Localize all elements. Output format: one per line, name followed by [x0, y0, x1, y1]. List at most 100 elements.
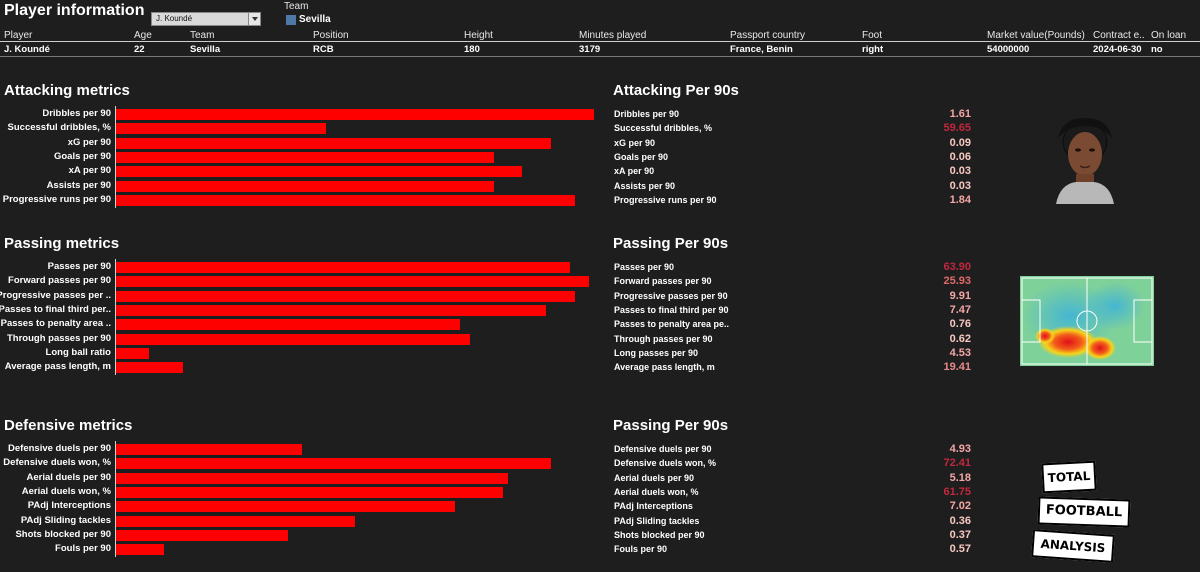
column-header[interactable]: On loan	[1151, 30, 1199, 41]
per90-label: xG per 90	[614, 137, 656, 148]
metric-label: Average pass length, m	[4, 361, 111, 373]
metric-bar[interactable]	[116, 515, 355, 527]
metric-bar[interactable]	[116, 137, 551, 149]
per90-label: Through passes per 90	[614, 333, 713, 344]
player-select-value: J. Koundé	[156, 14, 193, 23]
column-header[interactable]: Player	[4, 30, 104, 41]
per90-section-title: Passing Per 90s	[613, 417, 729, 434]
metric-bar[interactable]	[116, 151, 494, 163]
metric-bar[interactable]	[116, 180, 494, 192]
metric-bar[interactable]	[116, 166, 522, 178]
metric-label: Defensive duels per 90	[8, 443, 111, 454]
metric-bar[interactable]	[116, 109, 594, 120]
per90-label: Long passes per 90	[614, 347, 699, 358]
team-legend-swatch[interactable]	[286, 15, 296, 25]
per90-value: 1.61	[949, 108, 971, 120]
metric-bar[interactable]	[116, 362, 183, 374]
metric-bar[interactable]	[116, 276, 589, 288]
metric-bar[interactable]	[116, 304, 546, 316]
per90-label: Successful dribbles, %	[614, 123, 713, 134]
per90-value: 4.53	[949, 346, 971, 359]
player-photo	[1050, 112, 1120, 204]
per90-label: Passes to final third per 90	[614, 304, 729, 315]
metric-bar[interactable]	[116, 472, 508, 484]
metric-bar[interactable]	[116, 486, 503, 498]
table-cell: 180	[464, 44, 480, 55]
per90-value: 0.62	[949, 332, 971, 345]
metric-bar[interactable]	[116, 501, 455, 513]
table-cell: J. Koundé	[4, 44, 50, 55]
table-cell: 3179	[579, 44, 601, 55]
per90-value: 25.93	[943, 275, 971, 288]
per90-value: 4.93	[949, 443, 971, 455]
table-cell: 2024-06-30	[1093, 44, 1142, 55]
metric-label: Defensive duels won, %	[3, 457, 111, 469]
table-cell: France, Benin	[730, 44, 793, 55]
per90-label: Progressive runs per 90	[614, 194, 717, 205]
per90-label: Average pass length, m	[614, 362, 715, 373]
metric-bar[interactable]	[116, 290, 575, 302]
metric-label: Progressive passes per ..	[0, 289, 111, 301]
metric-bar[interactable]	[116, 262, 570, 273]
metric-bar[interactable]	[116, 333, 470, 345]
chevron-down-icon[interactable]	[248, 13, 260, 25]
table-cell: Sevilla	[190, 44, 221, 55]
per90-value: 0.37	[949, 528, 971, 541]
table-bottom-divider	[0, 56, 1200, 57]
metric-label: Passes per 90	[47, 261, 111, 272]
metric-label: PAdj Interceptions	[27, 500, 111, 512]
column-header[interactable]: Market value(Pounds)	[987, 30, 1087, 41]
per90-label: Goals per 90	[614, 151, 669, 162]
per90-value: 72.41	[943, 457, 971, 470]
column-header[interactable]: Height	[464, 30, 524, 41]
metric-label: Fouls per 90	[55, 543, 111, 555]
logo-line-analysis: ANALYSIS	[1031, 529, 1115, 563]
metric-label: Shots blocked per 90	[15, 528, 111, 540]
metric-bar[interactable]	[116, 347, 149, 359]
metric-label: Assists per 90	[46, 179, 111, 191]
table-cell: 22	[134, 44, 145, 55]
metric-label: Progressive runs per 90	[2, 193, 111, 205]
logo-line-football: FOOTBALL	[1037, 496, 1131, 528]
section-title: Passing metrics	[4, 235, 120, 252]
per90-section-title: Passing Per 90s	[613, 235, 729, 252]
section-title: Attacking metrics	[4, 82, 130, 99]
metric-bar[interactable]	[116, 319, 460, 331]
column-header[interactable]: Age	[134, 30, 174, 41]
per90-label: Defensive duels per 90	[614, 444, 712, 454]
column-header[interactable]: Foot	[862, 30, 922, 41]
per90-value: 0.57	[949, 543, 971, 556]
per90-label: xA per 90	[614, 166, 655, 177]
column-header[interactable]: Position	[313, 30, 393, 41]
per90-label: Forward passes per 90	[614, 276, 712, 287]
metric-bar[interactable]	[116, 194, 575, 206]
per90-section-title: Attacking Per 90s	[613, 82, 739, 99]
column-header[interactable]: Contract e..	[1093, 30, 1145, 41]
total-football-analysis-logo: TOTAL FOOTBALL ANALYSIS	[1028, 458, 1138, 566]
column-header[interactable]: Minutes played	[579, 30, 679, 41]
table-cell: no	[1151, 44, 1163, 55]
player-select-dropdown[interactable]: J. Koundé	[151, 12, 261, 26]
table-cell: right	[862, 44, 884, 55]
metric-bar[interactable]	[116, 458, 551, 470]
logo-line-total: TOTAL	[1041, 460, 1097, 494]
metric-label: Passes to penalty area ..	[0, 318, 111, 330]
metric-bar[interactable]	[116, 444, 302, 455]
metric-bar[interactable]	[116, 544, 164, 556]
section-title: Defensive metrics	[4, 417, 133, 434]
metric-label: Forward passes per 90	[8, 275, 111, 287]
per90-value: 0.09	[949, 136, 971, 149]
per90-label: PAdj Sliding tackles	[614, 515, 700, 526]
metric-label: Dribbles per 90	[42, 108, 111, 119]
per90-value: 19.41	[943, 361, 971, 374]
metric-label: Long ball ratio	[45, 346, 111, 358]
column-header[interactable]: Passport country	[730, 30, 840, 41]
metric-bar[interactable]	[116, 529, 288, 541]
metric-label: Goals per 90	[53, 150, 111, 162]
metric-bar[interactable]	[116, 123, 326, 135]
column-header[interactable]: Team	[190, 30, 290, 41]
heatmap-pitch	[1020, 276, 1154, 366]
per90-label: Assists per 90	[614, 180, 676, 191]
team-filter-value[interactable]: Sevilla	[299, 14, 331, 25]
per90-label: Dribbles per 90	[614, 109, 680, 119]
